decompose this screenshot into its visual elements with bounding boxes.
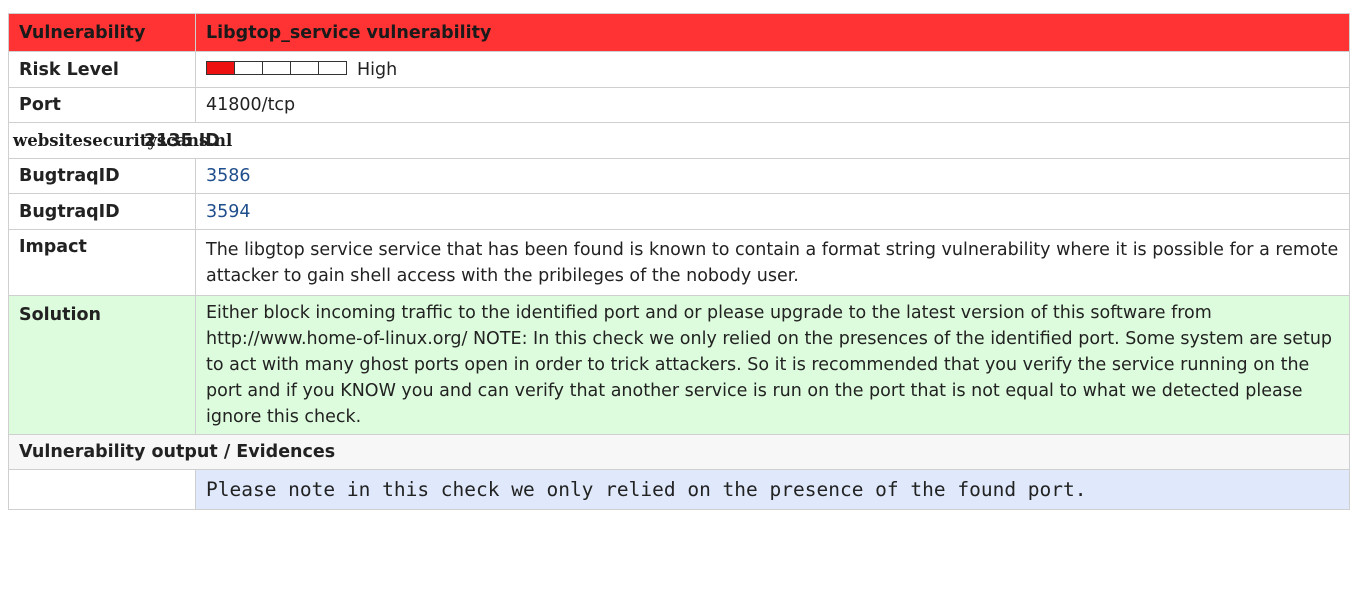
bugtraq-label: BugtraqID: [8, 193, 196, 230]
evidence-output-row: Please note in this check we only relied…: [8, 469, 1350, 510]
risk-meter: [206, 60, 347, 75]
risk-meter-segment: [290, 60, 319, 75]
bugtraq-row: BugtraqID 3594: [8, 193, 1350, 230]
table-header-row: Vulnerability Libgtop_service vulnerabil…: [8, 13, 1350, 52]
risk-level-text: High: [357, 59, 398, 80]
risk-level-row: Risk Level High: [8, 51, 1350, 88]
cve-cell: websitesecurityscans.nl 2135 ID: [8, 122, 1350, 159]
risk-meter-segment: [206, 60, 235, 75]
cve-id-text: 2135 ID: [144, 130, 220, 151]
evidence-output-text: Please note in this check we only relied…: [206, 478, 1087, 501]
bugtraq-value: 3586: [195, 158, 1350, 194]
bugtraq-value: 3594: [195, 193, 1350, 230]
cve-overlap: websitesecurityscans.nl 2135 ID: [13, 128, 232, 154]
solution-label: Solution: [8, 295, 196, 435]
solution-text: Either block incoming traffic to the ide…: [195, 295, 1350, 435]
bugtraq-label: BugtraqID: [8, 158, 196, 194]
solution-row: Solution Either block incoming traffic t…: [8, 295, 1350, 435]
impact-label: Impact: [8, 229, 196, 296]
risk-meter-segment: [262, 60, 291, 75]
header-label: Vulnerability: [8, 13, 196, 52]
cve-row: websitesecurityscans.nl 2135 ID: [8, 122, 1350, 159]
bugtraq-link[interactable]: 3594: [206, 202, 251, 222]
bugtraq-row: BugtraqID 3586: [8, 158, 1350, 194]
evidence-label: Vulnerability output / Evidences: [8, 434, 1350, 470]
evidence-output: Please note in this check we only relied…: [195, 469, 1350, 510]
port-row: Port 41800/tcp: [8, 87, 1350, 123]
evidence-header-row: Vulnerability output / Evidences: [8, 434, 1350, 470]
vulnerability-title: Libgtop_service vulnerability: [195, 13, 1350, 52]
bugtraq-link[interactable]: 3586: [206, 166, 251, 186]
risk-level-label: Risk Level: [8, 51, 196, 88]
port-value: 41800/tcp: [195, 87, 1350, 123]
risk-meter-segment: [318, 60, 347, 75]
vulnerability-table: Vulnerability Libgtop_service vulnerabil…: [8, 13, 1350, 510]
impact-row: Impact The libgtop service service that …: [8, 229, 1350, 296]
risk-level-value: High: [195, 51, 1350, 88]
evidence-spacer: [8, 469, 196, 510]
impact-text: The libgtop service service that has bee…: [195, 229, 1350, 296]
risk-meter-segment: [234, 60, 263, 75]
port-label: Port: [8, 87, 196, 123]
